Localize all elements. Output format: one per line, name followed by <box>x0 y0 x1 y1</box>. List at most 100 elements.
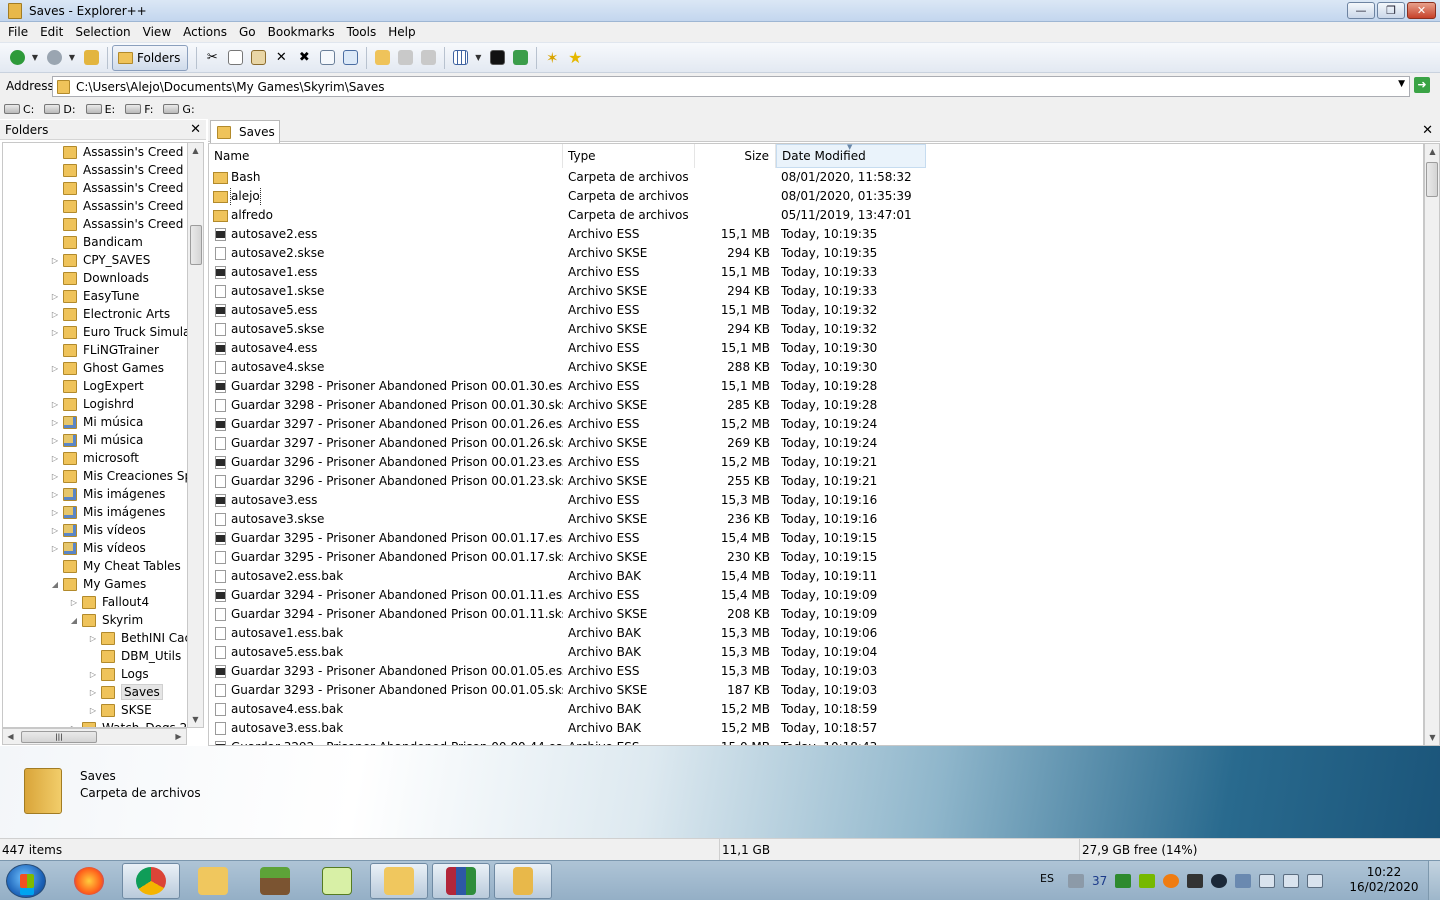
expand-arrow-icon[interactable]: ▷ <box>50 364 60 373</box>
file-name-cell[interactable]: autosave5.ess.bak <box>209 643 563 662</box>
expand-arrow-icon[interactable]: ▷ <box>50 310 60 319</box>
file-name-cell[interactable]: autosave2.skse <box>209 244 563 263</box>
file-name-cell[interactable]: autosave3.ess.bak <box>209 719 563 738</box>
close-button[interactable]: ✕ <box>1407 2 1436 19</box>
tree-item[interactable]: ▷ SKSE <box>88 701 152 719</box>
file-row[interactable]: autosave2.ess.bak Archivo BAK 15,4 MB Today… <box>209 567 1423 586</box>
taskbar-minecraft[interactable] <box>246 863 304 899</box>
file-row[interactable]: Guardar 3297 - Prisoner Abandoned Prison… <box>209 434 1423 453</box>
file-list-vertical-scrollbar[interactable]: ▲ ▼ <box>1424 143 1440 746</box>
file-row[interactable]: autosave2.skse Archivo SKSE 294 KB Today, 1… <box>209 244 1423 263</box>
drive-f[interactable]: F: <box>125 103 153 116</box>
views-button[interactable] <box>449 47 471 69</box>
taskbar-file-explorer[interactable] <box>184 863 242 899</box>
move-to-button[interactable] <box>417 47 439 69</box>
tree-item[interactable]: My Cheat Tables <box>50 557 181 575</box>
tree-item[interactable]: ▷ Saves <box>88 683 163 701</box>
file-row[interactable]: autosave4.ess.bak Archivo BAK 15,2 MB Today… <box>209 700 1423 719</box>
menu-file[interactable]: File <box>2 22 34 42</box>
file-row[interactable]: autosave3.skse Archivo SKSE 236 KB Today, 1… <box>209 510 1423 529</box>
minimize-button[interactable]: — <box>1347 2 1375 19</box>
close-icon[interactable]: ✕ <box>190 122 201 137</box>
expand-arrow-icon[interactable]: ▷ <box>88 670 98 679</box>
file-list[interactable]: Name Type Size ▼ Date Modified Bash Carpe… <box>208 143 1424 746</box>
expand-arrow-icon[interactable]: ▷ <box>50 418 60 427</box>
close-tab-icon[interactable]: ✕ <box>1422 123 1433 138</box>
file-row[interactable]: alejo Carpeta de archivos 08/01/2020, 01:3… <box>209 187 1423 206</box>
show-desktop-button[interactable] <box>1428 861 1440 900</box>
expand-arrow-icon[interactable]: ▷ <box>69 598 79 607</box>
expand-arrow-icon[interactable]: ◢ <box>69 616 79 625</box>
file-row[interactable]: autosave5.ess.bak Archivo BAK 15,3 MB Today… <box>209 643 1423 662</box>
refresh-button[interactable] <box>509 47 531 69</box>
file-row[interactable]: alfredo Carpeta de archivos 05/11/2019, 13… <box>209 206 1423 225</box>
cut-button[interactable]: ✂ <box>201 47 223 69</box>
tree-item[interactable]: ▷ microsoft <box>50 449 139 467</box>
steam-icon[interactable] <box>1211 874 1228 888</box>
views-dropdown[interactable]: ▼ <box>472 53 484 62</box>
menu-help[interactable]: Help <box>382 22 421 42</box>
green-square-icon[interactable] <box>1115 874 1132 888</box>
back-button[interactable] <box>6 47 28 69</box>
taskbar-firefox[interactable] <box>60 863 118 899</box>
file-row[interactable]: autosave4.ess Archivo ESS 15,1 MB Today, 10… <box>209 339 1423 358</box>
tree-item[interactable]: LogExpert <box>50 377 144 395</box>
file-row[interactable]: autosave1.ess.bak Archivo BAK 15,3 MB Today… <box>209 624 1423 643</box>
file-row[interactable]: Bash Carpeta de archivos 08/01/2020, 11:58… <box>209 168 1423 187</box>
tree-item[interactable]: ▷ Mi música <box>50 413 143 431</box>
file-row[interactable]: autosave5.ess Archivo ESS 15,1 MB Today, 10… <box>209 301 1423 320</box>
tree-item[interactable]: ▷ Ghost Games <box>50 359 164 377</box>
file-row[interactable]: Guardar 3293 - Prisoner Abandoned Prison… <box>209 681 1423 700</box>
file-name-cell[interactable]: autosave5.skse <box>209 320 563 339</box>
command-prompt-button[interactable] <box>486 47 508 69</box>
properties-button[interactable] <box>316 47 338 69</box>
file-row[interactable]: Guardar 3296 - Prisoner Abandoned Prison… <box>209 472 1423 491</box>
expand-arrow-icon[interactable]: ▷ <box>88 706 98 715</box>
menu-tools[interactable]: Tools <box>341 22 383 42</box>
expand-arrow-icon[interactable]: ▷ <box>50 472 60 481</box>
tree-item[interactable]: DBM_Utils <box>88 647 181 665</box>
file-name-cell[interactable]: autosave5.ess <box>209 301 563 320</box>
column-header-date-modified[interactable]: ▼ Date Modified <box>776 144 926 168</box>
add-bookmark-button[interactable]: ✶ <box>541 47 563 69</box>
menu-view[interactable]: View <box>137 22 177 42</box>
file-name-cell[interactable]: alejo <box>209 187 563 206</box>
tree-item[interactable]: ▷ Mis imágenes <box>50 485 165 503</box>
taskbar-explorer-plus[interactable] <box>494 863 552 899</box>
bookmarks-button[interactable]: ★ <box>564 47 586 69</box>
file-row[interactable]: autosave1.skse Archivo SKSE 294 KB Today, 1… <box>209 282 1423 301</box>
file-row[interactable]: autosave1.ess Archivo ESS 15,1 MB Today, 10… <box>209 263 1423 282</box>
expand-arrow-icon[interactable]: ▷ <box>50 436 60 445</box>
tree-item[interactable]: Assassin's Creed Ro <box>50 179 187 197</box>
file-row[interactable]: autosave5.skse Archivo SKSE 294 KB Today, 1… <box>209 320 1423 339</box>
file-row[interactable]: Guardar 3293 - Prisoner Abandoned Prison… <box>209 662 1423 681</box>
scroll-down-icon[interactable]: ▼ <box>188 712 203 727</box>
tree-item[interactable]: Assassin's Creed Sy <box>50 197 187 215</box>
scroll-up-icon[interactable]: ▲ <box>1425 144 1440 159</box>
file-name-cell[interactable]: autosave3.ess <box>209 491 563 510</box>
network-icon[interactable] <box>1283 874 1300 888</box>
tree-item[interactable]: ▷ Logs <box>88 665 149 683</box>
scroll-down-icon[interactable]: ▼ <box>1425 730 1440 745</box>
tree-item[interactable]: ▷ Mis vídeos <box>50 539 146 557</box>
cursor-tool-icon[interactable] <box>1067 874 1084 888</box>
tree-item[interactable]: Downloads <box>50 269 149 287</box>
drive-g[interactable]: G: <box>163 103 195 116</box>
file-name-cell[interactable]: autosave4.skse <box>209 358 563 377</box>
folder-tree-horizontal-scrollbar[interactable]: ◀ ||| ▶ <box>2 728 187 745</box>
back-history-dropdown[interactable]: ▼ <box>29 53 41 62</box>
file-row[interactable]: Guardar 3297 - Prisoner Abandoned Prison… <box>209 415 1423 434</box>
go-button[interactable]: ➜ <box>1414 77 1430 93</box>
column-header-size[interactable]: Size <box>695 144 776 168</box>
tree-item[interactable]: ▷ EasyTune <box>50 287 139 305</box>
file-row[interactable]: Guardar 3294 - Prisoner Abandoned Prison… <box>209 586 1423 605</box>
scroll-right-icon[interactable]: ▶ <box>171 729 186 744</box>
scroll-left-icon[interactable]: ◀ <box>3 729 18 744</box>
nvidia-icon[interactable] <box>1139 874 1156 888</box>
action-center-flag-icon[interactable] <box>1307 874 1324 888</box>
copy-button[interactable] <box>224 47 246 69</box>
expand-arrow-icon[interactable]: ▷ <box>50 292 60 301</box>
tree-item[interactable]: ▷ Logishrd <box>50 395 134 413</box>
folder-tree[interactable]: Assassin's Creed III Assassin's Creed IV A… <box>2 142 187 728</box>
expand-arrow-icon[interactable]: ▷ <box>88 688 98 697</box>
